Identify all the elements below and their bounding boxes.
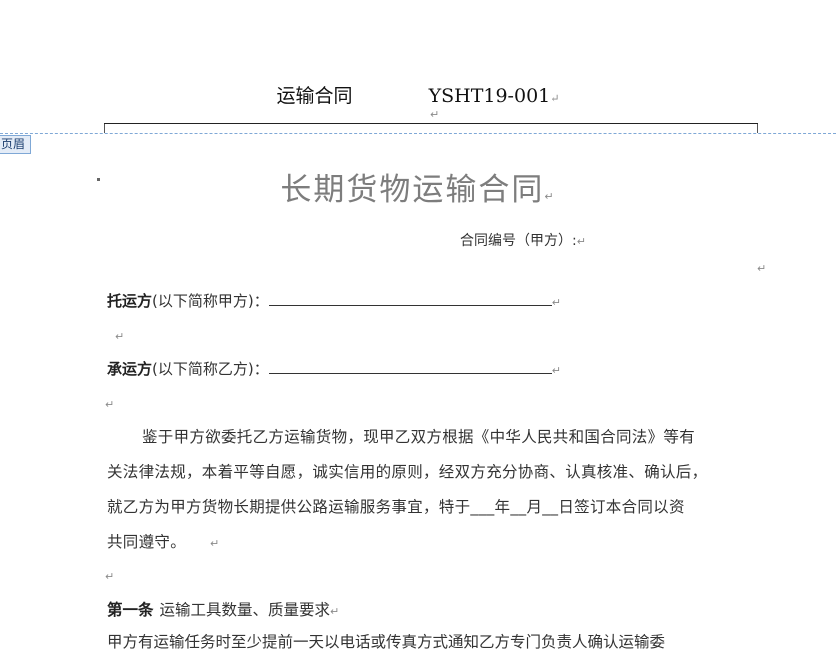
party-a-note: (以下简称甲方)： <box>152 292 269 310</box>
party-b-fill-in[interactable] <box>268 359 552 374</box>
paragraph-mark-icon: ↵ <box>330 605 340 618</box>
preamble-line: 共同遵守。 ↵ <box>107 525 763 561</box>
paragraph-mark-icon: ↵ <box>115 330 125 343</box>
party-a-line: 托运方(以下简称甲方)： ↵ <box>107 290 561 311</box>
header-tab[interactable]: 页眉 <box>0 135 32 154</box>
document-title-text: 长期货物运输合同 <box>280 172 545 208</box>
paragraph-mark-icon: ↵ <box>210 537 220 550</box>
page-header-text[interactable]: 运输合同 YSHT19-001↵ <box>0 81 836 108</box>
header-doc-name: 运输合同 <box>276 85 353 107</box>
party-a-fill-in[interactable] <box>268 291 552 306</box>
paragraph-mark-icon: ↵ <box>576 235 586 248</box>
document-page[interactable]: 运输合同 YSHT19-001↵ ↵ 页眉 长期货物运输合同↵ 合同编号（甲方）… <box>0 0 836 651</box>
preamble-line: 鉴于甲方欲委托乙方运输货物，现甲乙双方根据《中华人民共和国合同法》等有 <box>142 428 696 446</box>
header-doc-code: YSHT19-001 <box>428 85 551 107</box>
party-b-note: (以下简称乙方)： <box>152 360 269 378</box>
header-rule <box>104 123 758 133</box>
paragraph-mark-icon: ↵ <box>105 570 115 583</box>
preamble-line: 关法律法规，本着平等自愿，诚实信用的原则，经双方充分协商、认真核准、确认后， <box>107 463 708 481</box>
paragraph-mark-icon: ↵ <box>430 108 440 121</box>
paragraph-mark-icon: ↵ <box>757 262 767 275</box>
party-b-line: 承运方(以下简称乙方)： ↵ <box>107 358 561 379</box>
article-1-heading: 第一条 运输工具数量、质量要求↵ <box>107 598 339 620</box>
party-b-label: 承运方 <box>107 360 153 378</box>
paragraph-mark-icon: ↵ <box>551 296 561 309</box>
preamble-paragraph[interactable]: 鉴于甲方欲委托乙方运输货物，现甲乙双方根据《中华人民共和国合同法》等有 关法律法… <box>107 420 763 561</box>
paragraph-mark-icon: ↵ <box>105 398 115 411</box>
paragraph-mark-icon: ↵ <box>544 190 556 203</box>
header-boundary-line <box>0 133 836 134</box>
document-title: 长期货物运输合同↵ <box>0 164 836 209</box>
contract-number-label: 合同编号（甲方）:↵ <box>460 230 586 250</box>
party-a-label: 托运方 <box>107 292 153 310</box>
paragraph-mark-icon: ↵ <box>551 364 561 377</box>
contract-number-text: 合同编号（甲方）: <box>460 233 577 249</box>
paragraph-mark-icon: ↵ <box>550 92 560 105</box>
article-1-title: 运输工具数量、质量要求 <box>159 601 331 619</box>
preamble-line-text: 共同遵守。 <box>107 533 187 551</box>
preamble-line: 就乙方为甲方货物长期提供公路运输服务事宜，特于___年__月__日签订本合同以资 <box>107 498 685 516</box>
article-1-number: 第一条 <box>107 601 154 619</box>
